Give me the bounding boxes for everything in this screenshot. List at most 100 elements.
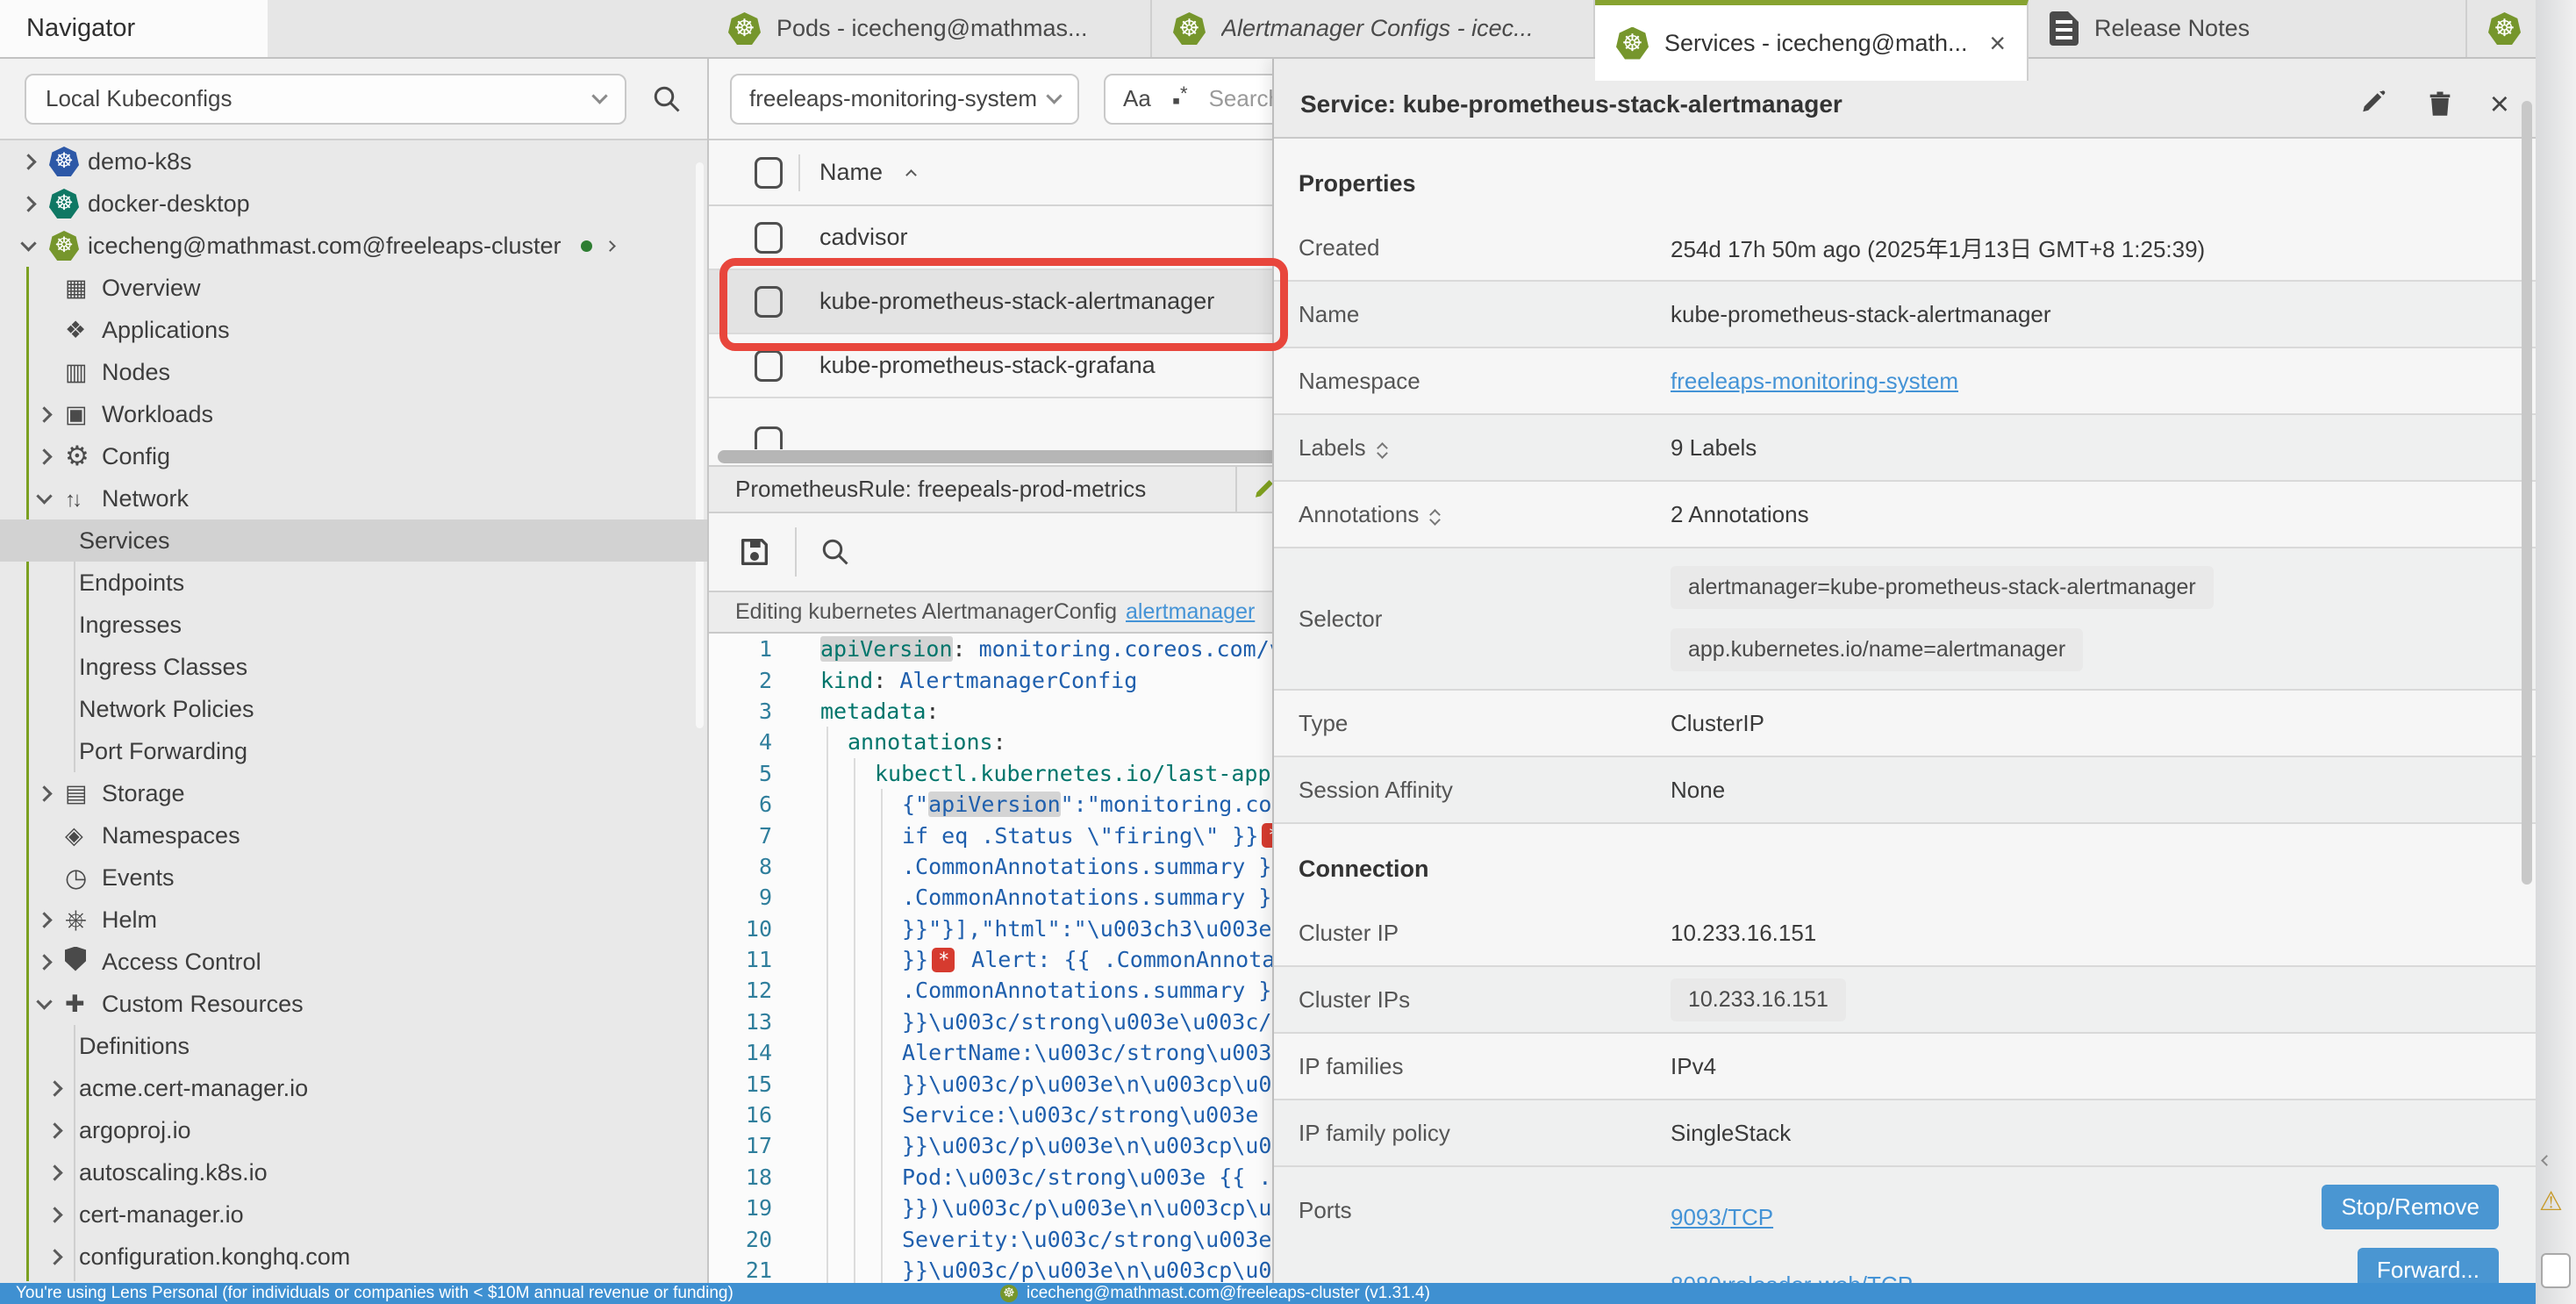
line-number: 8 — [709, 854, 772, 879]
tree-chevron-icon[interactable] — [20, 154, 36, 169]
sidebar-item[interactable]: Overview — [0, 267, 707, 309]
sidebar-item[interactable]: Endpoints — [0, 562, 707, 604]
delete-icon[interactable] — [2425, 89, 2455, 120]
sidebar-item[interactable]: Ingress Classes — [0, 646, 707, 688]
sidebar-item[interactable]: argoproj.io — [0, 1109, 707, 1151]
events-icon — [65, 863, 102, 893]
details-scrollbar[interactable] — [2522, 101, 2532, 885]
code-token: Severity:\u003c/strong\u003e — [902, 1227, 1285, 1252]
app-tab[interactable]: ☸ Pods - icecheng@mathmas... — [707, 0, 1152, 57]
cluster-chevron-icon[interactable] — [605, 240, 616, 252]
tree-chevron-icon[interactable] — [36, 406, 52, 422]
port-link[interactable]: 9093/TCP — [1671, 1204, 1913, 1231]
sidebar-item[interactable]: Definitions — [0, 1025, 707, 1067]
tree-chevron-icon[interactable] — [20, 196, 36, 211]
tree-chevron-icon[interactable] — [36, 993, 52, 1009]
resource-link[interactable]: alertmanager — [1126, 599, 1255, 625]
chevron-left-icon[interactable] — [2541, 1155, 2552, 1166]
line-number: 9 — [709, 885, 772, 910]
sidebar-item[interactable]: configuration.konghq.com — [0, 1236, 707, 1278]
sidebar-item[interactable]: Port Forwarding — [0, 730, 707, 772]
clipped-control — [2541, 1253, 2571, 1288]
tree-chevron-icon[interactable] — [36, 954, 52, 970]
sidebar-item[interactable]: Namespaces — [0, 814, 707, 856]
name-column-header[interactable]: Name — [819, 159, 883, 186]
tree-chevron-icon[interactable] — [36, 785, 52, 801]
sidebar-item[interactable]: Access Control — [0, 941, 707, 983]
tree-chevron-icon[interactable] — [47, 1122, 62, 1138]
code-token: }}"}],"html":"\u003ch3\u003e\u — [902, 916, 1299, 942]
kubeconfig-selector[interactable]: Local Kubeconfigs — [25, 74, 626, 125]
sidebar-item[interactable]: ☸ demo-k8s — [0, 140, 707, 183]
stop-remove-button[interactable]: Stop/Remove — [2322, 1185, 2499, 1229]
sidebar-item-label: Storage — [102, 780, 185, 807]
sidebar-item[interactable]: acme.cert-manager.io — [0, 1067, 707, 1109]
edit-icon[interactable] — [2358, 89, 2390, 120]
sort-ascending-icon[interactable] — [905, 169, 917, 181]
app-tab[interactable]: Release Notes — [2029, 0, 2467, 57]
app-tab[interactable]: ☸ Services - icecheng@math... × — [1595, 0, 2029, 81]
port-link[interactable]: 8080:reloader-web/TCP — [1671, 1272, 1913, 1283]
sidebar-item[interactable]: Ingresses — [0, 604, 707, 646]
detail-value: 10.233.16.151 — [1671, 920, 1816, 947]
expander-icon[interactable] — [1378, 439, 1386, 457]
workloads-icon — [65, 401, 102, 428]
tree-chevron-icon[interactable] — [47, 1080, 62, 1096]
editor-search-icon[interactable] — [819, 536, 851, 568]
regex-toggle[interactable]: ▪* — [1172, 82, 1188, 115]
sidebar-item[interactable]: Nodes — [0, 351, 707, 393]
row-checkbox[interactable] — [755, 222, 783, 254]
sidebar-item[interactable]: ☸ icecheng@mathmast.com@freeleaps-cluste… — [0, 225, 707, 267]
save-icon[interactable] — [737, 534, 772, 570]
sidebar-item[interactable]: ☸ docker-desktop — [0, 183, 707, 225]
sidebar-item[interactable]: Workloads — [0, 393, 707, 435]
sidebar-item[interactable]: Storage — [0, 772, 707, 814]
match-case-toggle[interactable]: Aa — [1123, 85, 1151, 112]
sidebar-item[interactable]: Config — [0, 435, 707, 477]
service-details-panel: Service: kube-prometheus-stack-alertmana… — [1272, 59, 2536, 1283]
sidebar-item[interactable]: Services — [0, 519, 707, 562]
code-token: }})\u003c/p\u003e\n\u003cp\u00 — [902, 1195, 1299, 1221]
details-actions: × — [2358, 88, 2509, 121]
code-token: }}\u003c/strong\u003e\u003c/h3 — [902, 1009, 1299, 1035]
select-all-checkbox[interactable] — [755, 157, 783, 189]
chevron-down-icon — [1046, 88, 1062, 104]
sidebar-item[interactable]: Helm — [0, 899, 707, 941]
sidebar-item[interactable]: Events — [0, 856, 707, 899]
applications-icon — [65, 317, 102, 344]
sidebar-item[interactable]: Applications — [0, 309, 707, 351]
line-number: 4 — [709, 729, 772, 755]
tree-chevron-icon[interactable] — [36, 448, 52, 464]
code-text: }}\u003c/p\u003e\n\u003cp\u003 — [772, 1133, 1299, 1158]
sidebar-item[interactable]: Network Policies — [0, 688, 707, 730]
tab-close-icon[interactable]: × — [1989, 29, 2006, 57]
tree-chevron-icon[interactable] — [36, 488, 52, 504]
code-text: }}\u003c/p\u003e\n\u003cp\u003 — [772, 1257, 1299, 1283]
storage-icon — [65, 780, 102, 807]
document-icon — [2050, 11, 2079, 46]
tree-chevron-icon[interactable] — [47, 1249, 62, 1265]
tree-chevron-icon[interactable] — [47, 1207, 62, 1222]
namespace-link[interactable]: freeleaps-monitoring-system — [1671, 368, 1958, 395]
tree-chevron-icon[interactable] — [20, 235, 36, 251]
network-icon — [65, 485, 102, 512]
sidebar-item-label: Ingresses — [79, 612, 182, 639]
detail-value: ClusterIP — [1671, 710, 1764, 737]
sidebar-item-label: Ingress Classes — [79, 654, 247, 681]
sidebar-item[interactable]: cert-manager.io — [0, 1193, 707, 1236]
namespace-selector[interactable]: freeleaps-monitoring-system — [730, 74, 1079, 125]
sidebar-item[interactable]: autoscaling.k8s.io — [0, 1151, 707, 1193]
sidebar-item[interactable]: Network — [0, 477, 707, 519]
close-icon[interactable]: × — [2490, 88, 2509, 121]
row-checkbox[interactable] — [755, 350, 783, 382]
tree-chevron-icon[interactable] — [36, 912, 52, 928]
tab-label: Alertmanager Configs - icec... — [1221, 15, 1534, 42]
search-icon[interactable] — [651, 83, 683, 115]
chevron-down-icon — [591, 88, 607, 104]
app-tab[interactable]: ☸ Alertmanager Configs - icec... — [1152, 0, 1595, 57]
tree-chevron-icon[interactable] — [47, 1164, 62, 1180]
expander-icon[interactable] — [1431, 505, 1439, 524]
sidebar-item[interactable]: Custom Resources — [0, 983, 707, 1025]
row-checkbox[interactable] — [755, 426, 783, 449]
forward-button[interactable]: Forward... — [2358, 1248, 2499, 1283]
